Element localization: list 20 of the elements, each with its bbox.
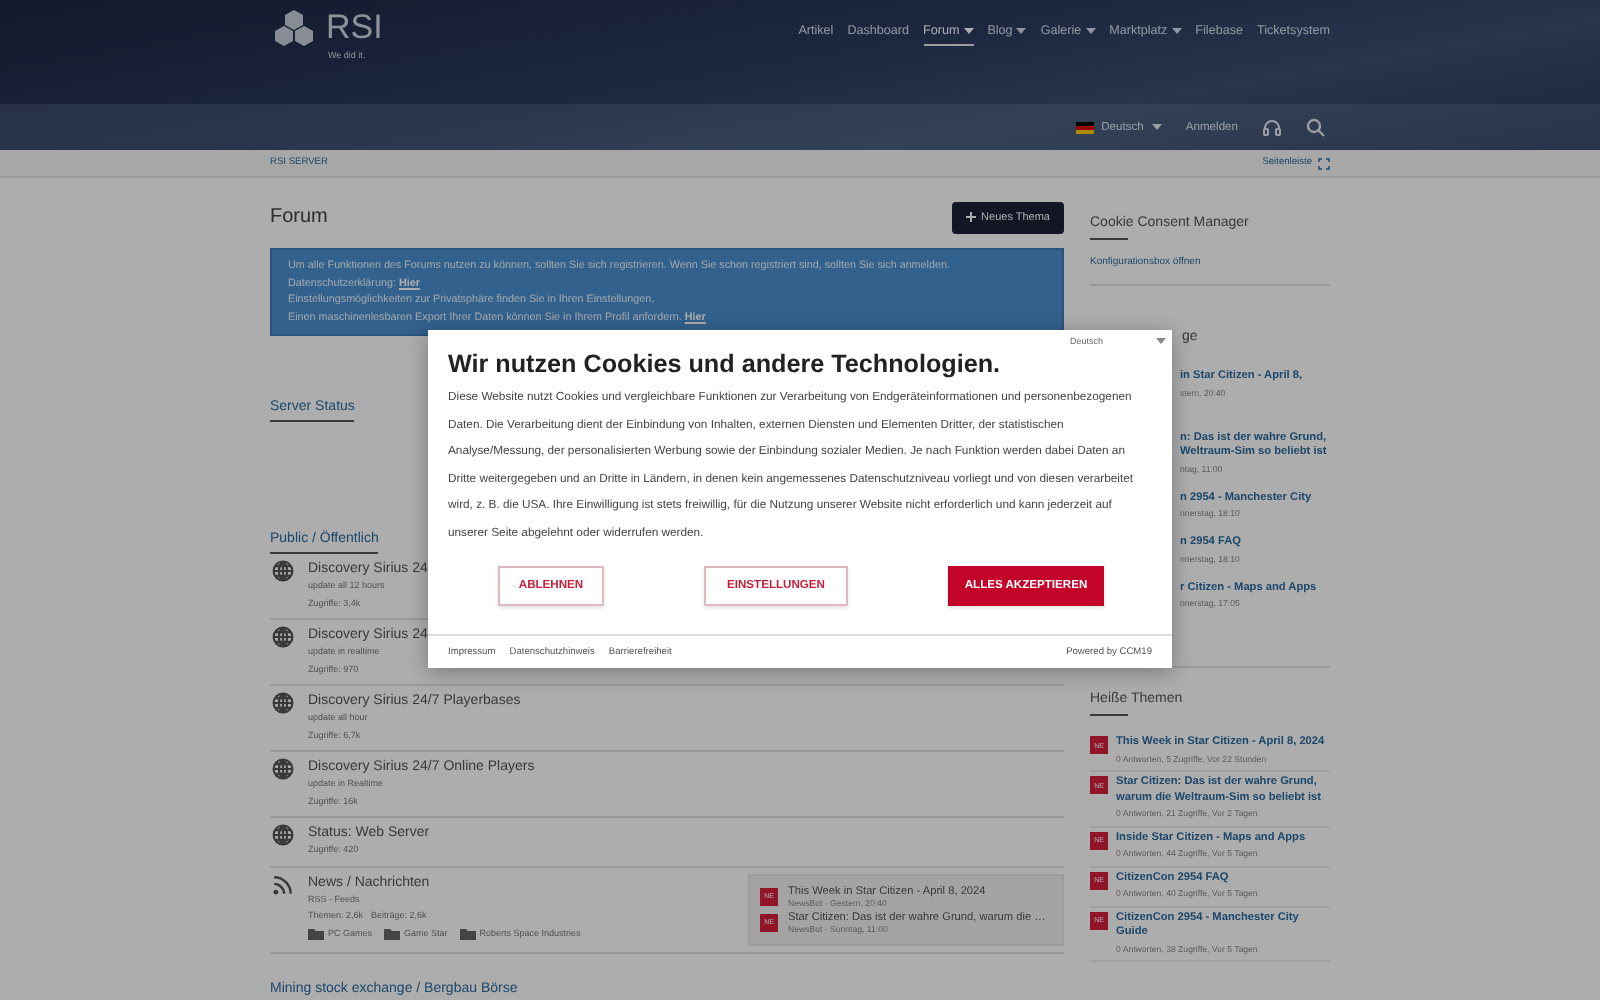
rss-icon: [272, 873, 294, 896]
globe-icon: [272, 560, 294, 583]
search-icon[interactable]: [1306, 117, 1326, 137]
cubes-logo-icon: [274, 10, 314, 46]
folder-icon: [308, 927, 324, 940]
site-logo-text[interactable]: RSI: [326, 10, 383, 44]
headset-icon[interactable]: [1262, 117, 1282, 137]
plus-icon: [965, 212, 976, 222]
dialog-title: Wir nutzen Cookies und andere Technologien.: [448, 350, 1003, 378]
page-title: Forum: [270, 206, 328, 228]
folder-icon: [384, 927, 401, 940]
folder-icon: [459, 927, 476, 940]
globe-icon: [272, 824, 294, 847]
globe-icon: [272, 626, 294, 649]
globe-icon: [272, 692, 294, 715]
expand-icon[interactable]: [1318, 157, 1330, 169]
globe-icon: [272, 758, 294, 781]
caret-icon: [1151, 124, 1162, 130]
caret-icon: [1156, 338, 1166, 344]
flag-icon: [1075, 121, 1094, 133]
